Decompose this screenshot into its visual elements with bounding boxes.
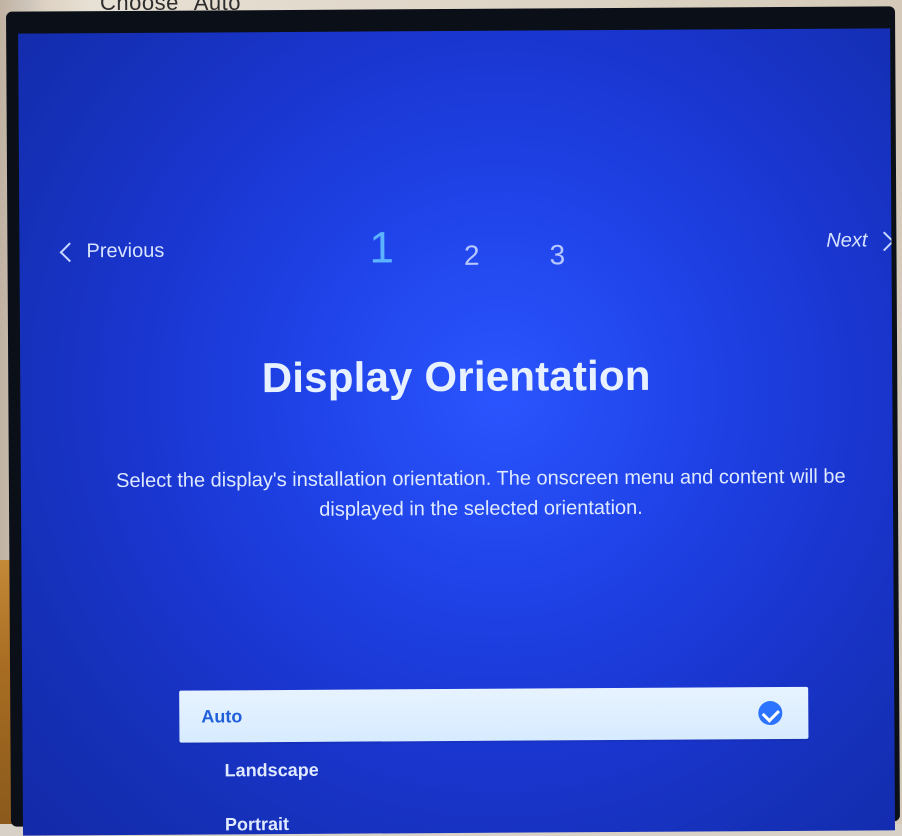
option-portrait-label: Portrait <box>224 813 290 834</box>
chevron-right-icon <box>874 230 895 251</box>
next-button[interactable]: Next <box>826 229 895 252</box>
check-icon <box>758 700 783 726</box>
option-auto[interactable]: Auto <box>179 686 809 743</box>
step-1[interactable]: 1 <box>369 223 394 272</box>
page-title: Display Orientation <box>261 351 651 402</box>
description-text: Select the display's installation orient… <box>116 465 846 521</box>
previous-button[interactable]: Previous <box>59 239 165 264</box>
setup-navigation: Previous 1 2 3 Next <box>19 223 895 288</box>
tv-screen: Previous 1 2 3 Next Display Orientation … <box>18 28 896 836</box>
step-2[interactable]: 2 <box>464 240 480 271</box>
step-3[interactable]: 3 <box>549 239 565 270</box>
next-label: Next <box>826 229 868 252</box>
tv-bezel: Previous 1 2 3 Next Display Orientation … <box>6 6 900 836</box>
chevron-left-icon <box>59 241 80 262</box>
orientation-options: Auto Landscape Portrait <box>179 686 809 836</box>
option-landscape[interactable]: Landscape <box>179 741 808 797</box>
previous-label: Previous <box>86 239 165 263</box>
step-indicator: 1 2 3 <box>369 223 565 272</box>
option-portrait[interactable]: Portrait <box>180 795 809 836</box>
option-auto-label: Auto <box>201 705 243 727</box>
option-landscape-label: Landscape <box>224 759 319 780</box>
